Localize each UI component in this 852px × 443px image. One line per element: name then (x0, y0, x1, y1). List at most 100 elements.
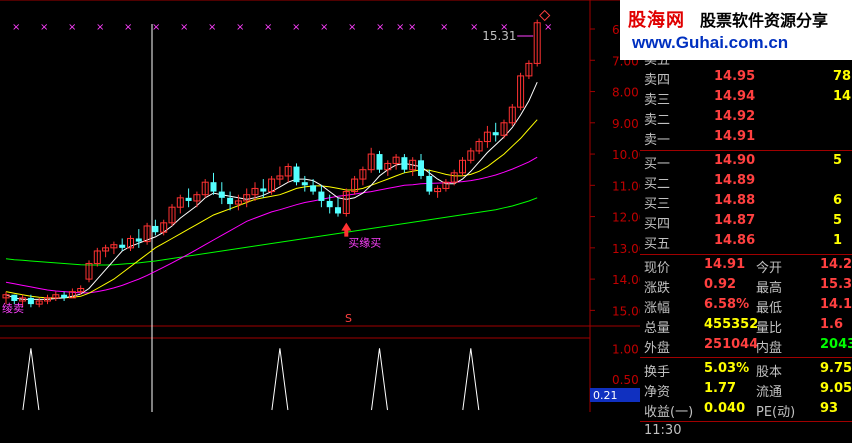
stat-label: 收益(一) (644, 405, 694, 420)
bid-price: 14.90 (714, 153, 756, 168)
bid-volume: 1 (833, 233, 843, 248)
stat-label: 流通 (756, 385, 783, 400)
sub-spike (371, 348, 388, 411)
x-marker: × (152, 22, 160, 33)
candle-body-down (152, 225, 159, 233)
kline-chart[interactable]: 15.0014.0013.0012.0011.0010.009.008.007.… (0, 0, 640, 412)
banner-url: www.Guhai.com.cn (632, 33, 789, 52)
sell-signal-label: 绫卖 (2, 302, 24, 315)
stat-label: 总量 (644, 321, 671, 336)
ask-price: 14.95 (714, 69, 756, 84)
bid-volume: 6 (833, 193, 843, 208)
bid-label: 买四 (644, 217, 671, 232)
stat-value: 20430 (820, 337, 852, 352)
high-diamond (539, 9, 551, 22)
ask-row: 卖一 14.91 (640, 128, 852, 148)
candle-body-down (426, 175, 433, 192)
bid-label: 买一 (644, 157, 671, 172)
s-marker: S (345, 312, 352, 325)
quote-panel: 卖五14.968卖四14.9578卖三14.9414卖二14.92卖一14.91… (640, 0, 852, 438)
bid-price: 14.89 (714, 173, 756, 188)
x-marker: × (12, 22, 20, 33)
bid-row: 买一 14.90 5 (640, 152, 852, 172)
ma60-line (5, 197, 538, 266)
stat-label: 量比 (756, 321, 783, 336)
stat-value: 14.2 (820, 257, 852, 272)
stat-label: 换手 (644, 365, 671, 380)
x-marker: × (264, 22, 272, 33)
stat-label: PE(动) (756, 405, 796, 420)
x-marker: × (68, 22, 76, 33)
stat-row: 收益(一) 0.040 PE(动) 93 (640, 400, 852, 420)
ask-row: 卖三 14.94 14 (640, 88, 852, 108)
candle-body-down (218, 191, 225, 198)
x-marker: × (376, 22, 384, 33)
stats-divider-2 (640, 357, 852, 358)
ask-row: 卖二 14.92 (640, 108, 852, 128)
candle-body-down (27, 297, 34, 305)
y-tick-label: 9.00 (612, 117, 639, 131)
candle-body-down (492, 132, 499, 136)
stat-value: 251044 (704, 337, 759, 352)
candle-body-down (260, 188, 267, 192)
bid-label: 买二 (644, 177, 671, 192)
candle-body-down (135, 238, 142, 242)
sub-spike (462, 348, 480, 411)
banner-subtitle: 股票软件资源分享 (700, 11, 829, 30)
ask-price: 14.91 (714, 129, 756, 144)
x-marker: × (180, 22, 188, 33)
stat-label: 股本 (756, 365, 783, 380)
ask-label: 卖二 (644, 113, 671, 128)
candle-body-down (335, 207, 341, 214)
sub-spike (271, 348, 289, 411)
y-tick-label: 11.00 (612, 179, 640, 193)
time-row: 11:30 (644, 423, 682, 438)
stat-value: 0.040 (704, 401, 746, 416)
stat-value: 9.05 (820, 381, 852, 396)
y-tick-label: 8.00 (612, 86, 639, 100)
sub-tick-label: 1.00 (612, 342, 639, 356)
bid-row: 买五 14.86 1 (640, 232, 852, 252)
x-marker: × (440, 22, 448, 33)
x-marker: × (396, 22, 404, 33)
candle-body-down (310, 185, 317, 192)
x-marker: × (320, 22, 328, 33)
candle-body-down (401, 157, 408, 170)
stat-row: 涨幅 6.58% 最低 14.1 (640, 296, 852, 316)
sub-spike (22, 348, 40, 411)
stat-label: 涨幅 (644, 301, 671, 316)
ask-volume: 14 (833, 89, 852, 104)
stat-value: 14.91 (704, 257, 746, 272)
y-tick-label: 10.00 (612, 148, 640, 162)
bid-price: 14.86 (714, 233, 756, 248)
candle-body-down (11, 294, 18, 301)
x-marker: × (544, 22, 552, 33)
bid-label: 买三 (644, 197, 671, 212)
y-tick-label: 15.00 (612, 304, 640, 318)
ask-label: 卖四 (644, 73, 671, 88)
x-marker: × (348, 22, 356, 33)
candle-body-down (418, 160, 424, 176)
sub-tick-label: 0.50 (612, 373, 639, 387)
price-tag: 15.31 (482, 29, 516, 43)
stat-label: 净资 (644, 385, 671, 400)
candle-body-down (318, 191, 325, 201)
ask-price: 14.94 (714, 89, 756, 104)
stat-value: 9.75 (820, 361, 852, 376)
ask-row: 卖四 14.95 78 (640, 68, 852, 88)
ask-label: 卖一 (644, 133, 671, 148)
stat-label: 涨跌 (644, 281, 671, 296)
banner-title: 股海网 (628, 10, 685, 31)
x-marker: × (96, 22, 104, 33)
buy-arrow (341, 222, 352, 237)
stat-value: 1.77 (704, 381, 737, 396)
x-marker: × (208, 22, 216, 33)
candle-body-down (227, 197, 234, 205)
stat-label: 内盘 (756, 341, 783, 356)
bid-row: 买四 14.87 5 (640, 212, 852, 232)
ask-label: 卖三 (644, 93, 671, 108)
candle-body-down (185, 197, 192, 201)
candle-body-down (293, 166, 300, 183)
watermark-banner: 股海网 股票软件资源分享 www.Guhai.com.cn (620, 0, 852, 60)
candle-body-down (210, 182, 217, 192)
